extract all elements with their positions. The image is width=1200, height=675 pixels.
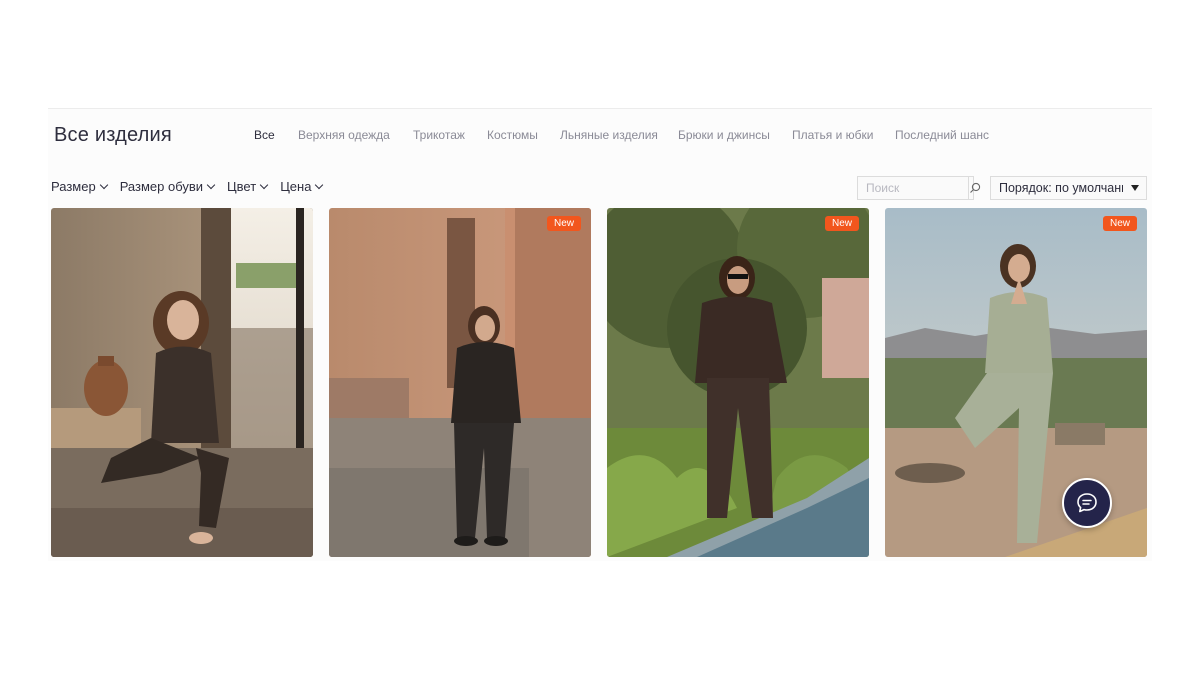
search-input[interactable]	[858, 177, 968, 199]
product-card[interactable]: New	[607, 208, 869, 557]
product-card[interactable]: New	[329, 208, 591, 557]
tab-trousers-jeans[interactable]: Брюки и джинсы	[678, 128, 792, 142]
search-box	[857, 176, 981, 200]
tab-knitwear[interactable]: Трикотаж	[413, 128, 487, 142]
filter-price-label: Цена	[280, 179, 312, 194]
product-image	[329, 208, 591, 557]
tab-linen[interactable]: Льняные изделия	[560, 128, 678, 142]
page-title: Все изделия	[54, 124, 172, 146]
new-badge: New	[546, 216, 581, 231]
tab-dresses-skirts[interactable]: Платья и юбки	[792, 128, 895, 142]
filter-shoe-size[interactable]: Размер обуви	[119, 179, 216, 194]
tab-all[interactable]: Все	[254, 128, 298, 142]
caret-down-icon	[1131, 185, 1139, 191]
chevron-down-icon	[206, 180, 216, 189]
category-tabs: Все Верхняя одежда Трикотаж Костюмы Льня…	[254, 128, 989, 142]
product-image	[51, 208, 313, 557]
chevron-down-icon	[99, 180, 108, 189]
search-button[interactable]	[968, 177, 981, 199]
filter-size[interactable]: Размер	[51, 179, 108, 194]
chat-button[interactable]	[1062, 478, 1112, 528]
search-icon	[970, 182, 981, 193]
chevron-down-icon	[315, 180, 324, 189]
new-badge: New	[1102, 216, 1137, 231]
filter-color-label: Цвет	[227, 179, 257, 194]
chat-bubble-icon	[1077, 493, 1097, 513]
product-card[interactable]	[51, 208, 313, 557]
chevron-down-icon	[259, 180, 269, 189]
product-image	[607, 208, 869, 557]
filter-bar: Размер Размер обуви Цвет Цена	[51, 179, 335, 194]
filter-price[interactable]: Цена	[280, 179, 324, 194]
filter-color[interactable]: Цвет	[227, 179, 269, 194]
tab-suits[interactable]: Костюмы	[487, 128, 560, 142]
tab-last-chance[interactable]: Последний шанс	[895, 128, 989, 142]
new-badge: New	[824, 216, 859, 231]
sort-select-value: Порядок: по умолчанию	[999, 181, 1123, 195]
sort-select[interactable]: Порядок: по умолчанию	[990, 176, 1147, 200]
tab-outerwear[interactable]: Верхняя одежда	[298, 128, 413, 142]
filter-size-label: Размер	[51, 179, 96, 194]
filter-shoe-size-label: Размер обуви	[119, 179, 204, 194]
